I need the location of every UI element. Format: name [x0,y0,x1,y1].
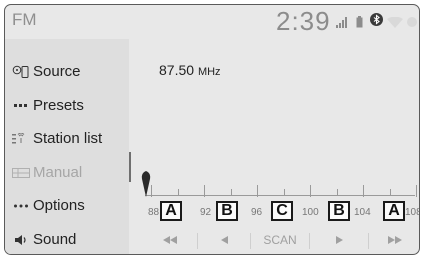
scan-label: SCAN [263,233,297,247]
manual-icon [11,167,31,178]
seek-back-icon [163,233,177,247]
scan-button[interactable]: SCAN [251,229,309,251]
sidebar-item-label: Options [33,197,85,214]
tune-up-icon [335,233,343,247]
phone-battery-icon [356,15,363,33]
tuning-scale-line [145,195,415,196]
tuning-needle-icon[interactable] [141,171,151,204]
seek-back-button[interactable] [143,229,197,251]
scale-tick [337,189,338,195]
tune-down-button[interactable] [198,229,250,251]
sidebar-item-label: Source [33,63,81,80]
clock: 2:39 [276,6,331,36]
wifi-icon [387,15,403,33]
frequency-unit: MHz [197,66,221,78]
preset-marker[interactable]: B [328,201,350,221]
sidebar-item-label: Presets [33,97,84,114]
sidebar-item-manual[interactable]: Manual [5,156,129,189]
audio-mode-title: FM [12,10,37,29]
scale-tick [257,185,258,197]
scale-label: 104 [354,207,371,218]
sidebar-item-label: Sound [33,231,77,248]
radio-screen: FM 2:39 Source Presets Station list Manu… [4,4,420,255]
scale-tick [416,185,417,197]
seek-forward-icon [388,233,402,247]
scale-label: 88 [148,207,160,218]
sidebar-scroll-indicator [129,152,131,182]
sidebar-item-label: Station list [33,130,103,147]
sidebar-item-presets[interactable]: Presets [5,89,129,122]
seek-forward-button[interactable] [369,229,419,251]
presets-icon [11,101,31,111]
sound-icon [11,234,31,246]
scale-tick [204,185,205,197]
tune-up-button[interactable] [310,229,368,251]
status-bar: FM 2:39 [5,5,419,39]
sidebar-menu: Source Presets Station list Manual Optio… [5,39,129,254]
signal-strength-icon [336,15,348,33]
preset-marker[interactable]: B [216,201,238,221]
scale-tick [284,189,285,195]
preset-marker[interactable]: A [383,201,405,221]
tune-down-icon [220,233,228,247]
status-indicator-icon [406,15,418,33]
scale-label: 96 [251,207,263,218]
preset-marker[interactable]: A [160,201,182,221]
scale-tick [310,185,311,197]
scale-tick [363,185,364,197]
scale-tick [178,189,179,195]
options-icon [11,203,31,209]
station-list-icon [11,132,31,145]
scale-label: 108 [405,207,419,218]
scale-tick [390,189,391,195]
sidebar-item-label: Manual [33,164,83,181]
scale-tick [231,189,232,195]
source-icon [11,65,31,79]
frequency-value: 87.50 [159,62,195,78]
scale-tick [151,185,152,197]
sidebar-item-station-list[interactable]: Station list [5,122,129,155]
scale-label: 92 [200,207,212,218]
bluetooth-icon [370,13,383,31]
sidebar-item-source[interactable]: Source [5,55,129,88]
sidebar-item-sound[interactable]: Sound [5,223,129,254]
sidebar-item-options[interactable]: Options [5,189,129,222]
preset-marker[interactable]: C [271,201,293,221]
scale-label: 100 [302,207,319,218]
frequency-display: 87.50 MHz [159,62,221,78]
